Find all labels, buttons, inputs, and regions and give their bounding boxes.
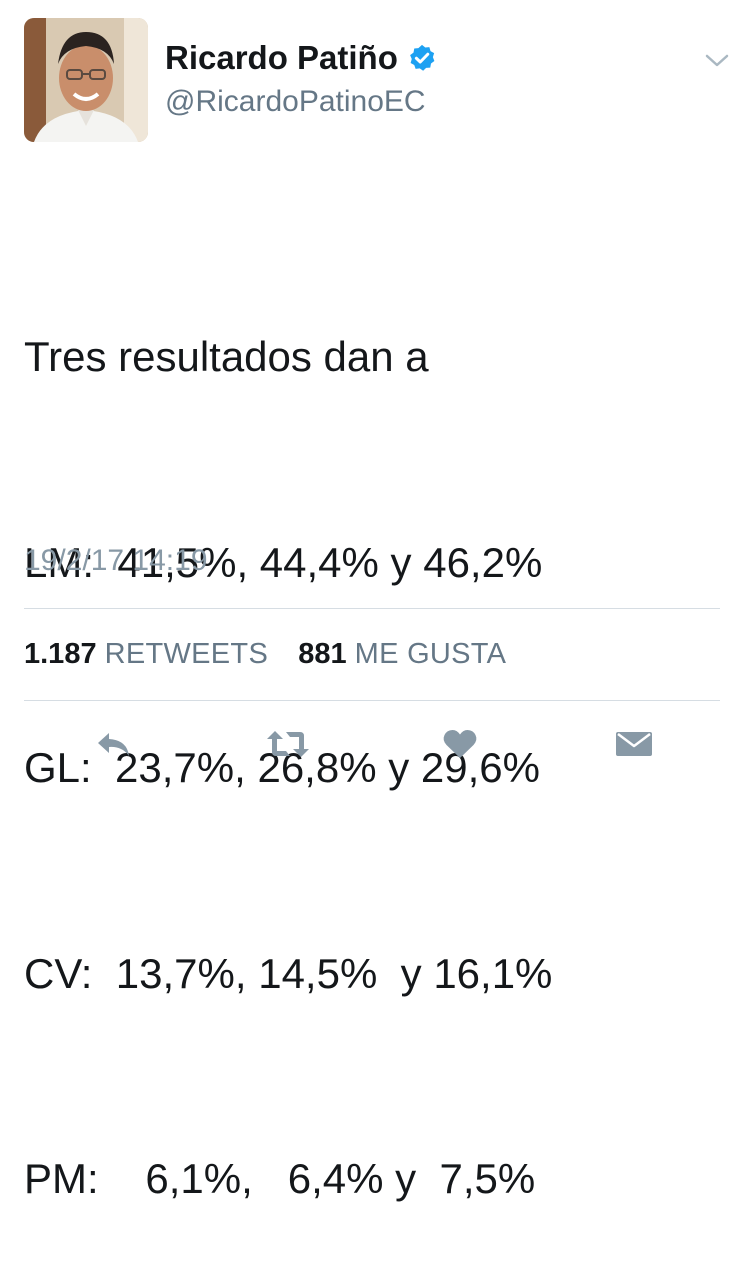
heart-icon	[443, 730, 477, 758]
tweet-line: CV: 13,7%, 14,5% y 16,1%	[24, 949, 553, 997]
direct-message-button[interactable]	[612, 724, 656, 764]
likes-label: ME GUSTA	[354, 638, 507, 670]
envelope-icon	[616, 732, 652, 756]
display-name-text: Ricardo Patiño	[165, 39, 398, 76]
likes-count: 881	[298, 638, 347, 670]
retweets-stat[interactable]: 1.187 RETWEETS	[24, 638, 276, 670]
likes-stat[interactable]: 881 ME GUSTA	[290, 638, 506, 670]
reply-button[interactable]	[92, 724, 136, 764]
author-display-name[interactable]: Ricardo Patiño	[165, 39, 437, 77]
retweet-button[interactable]	[262, 724, 314, 764]
avatar[interactable]	[24, 18, 148, 142]
retweets-label: RETWEETS	[104, 638, 269, 670]
tweet-timestamp[interactable]: 19/2/17 14:19	[24, 544, 208, 578]
divider	[24, 700, 720, 701]
reply-icon	[98, 733, 129, 756]
like-button[interactable]	[440, 724, 480, 764]
author-handle[interactable]: @RicardoPatinoEC	[165, 85, 426, 119]
divider	[24, 608, 720, 609]
tweet-line: PM: 6,1%, 6,4% y 7,5%	[24, 1155, 536, 1202]
avatar-photo	[24, 18, 148, 142]
tweet-stats: 1.187 RETWEETS 881 ME GUSTA	[24, 638, 506, 671]
tweet-line: Tres resultados dan a	[24, 333, 429, 380]
retweet-icon	[267, 731, 309, 757]
chevron-down-icon[interactable]	[703, 50, 731, 70]
verified-badge-icon	[410, 44, 435, 71]
retweets-count: 1.187	[24, 638, 97, 670]
